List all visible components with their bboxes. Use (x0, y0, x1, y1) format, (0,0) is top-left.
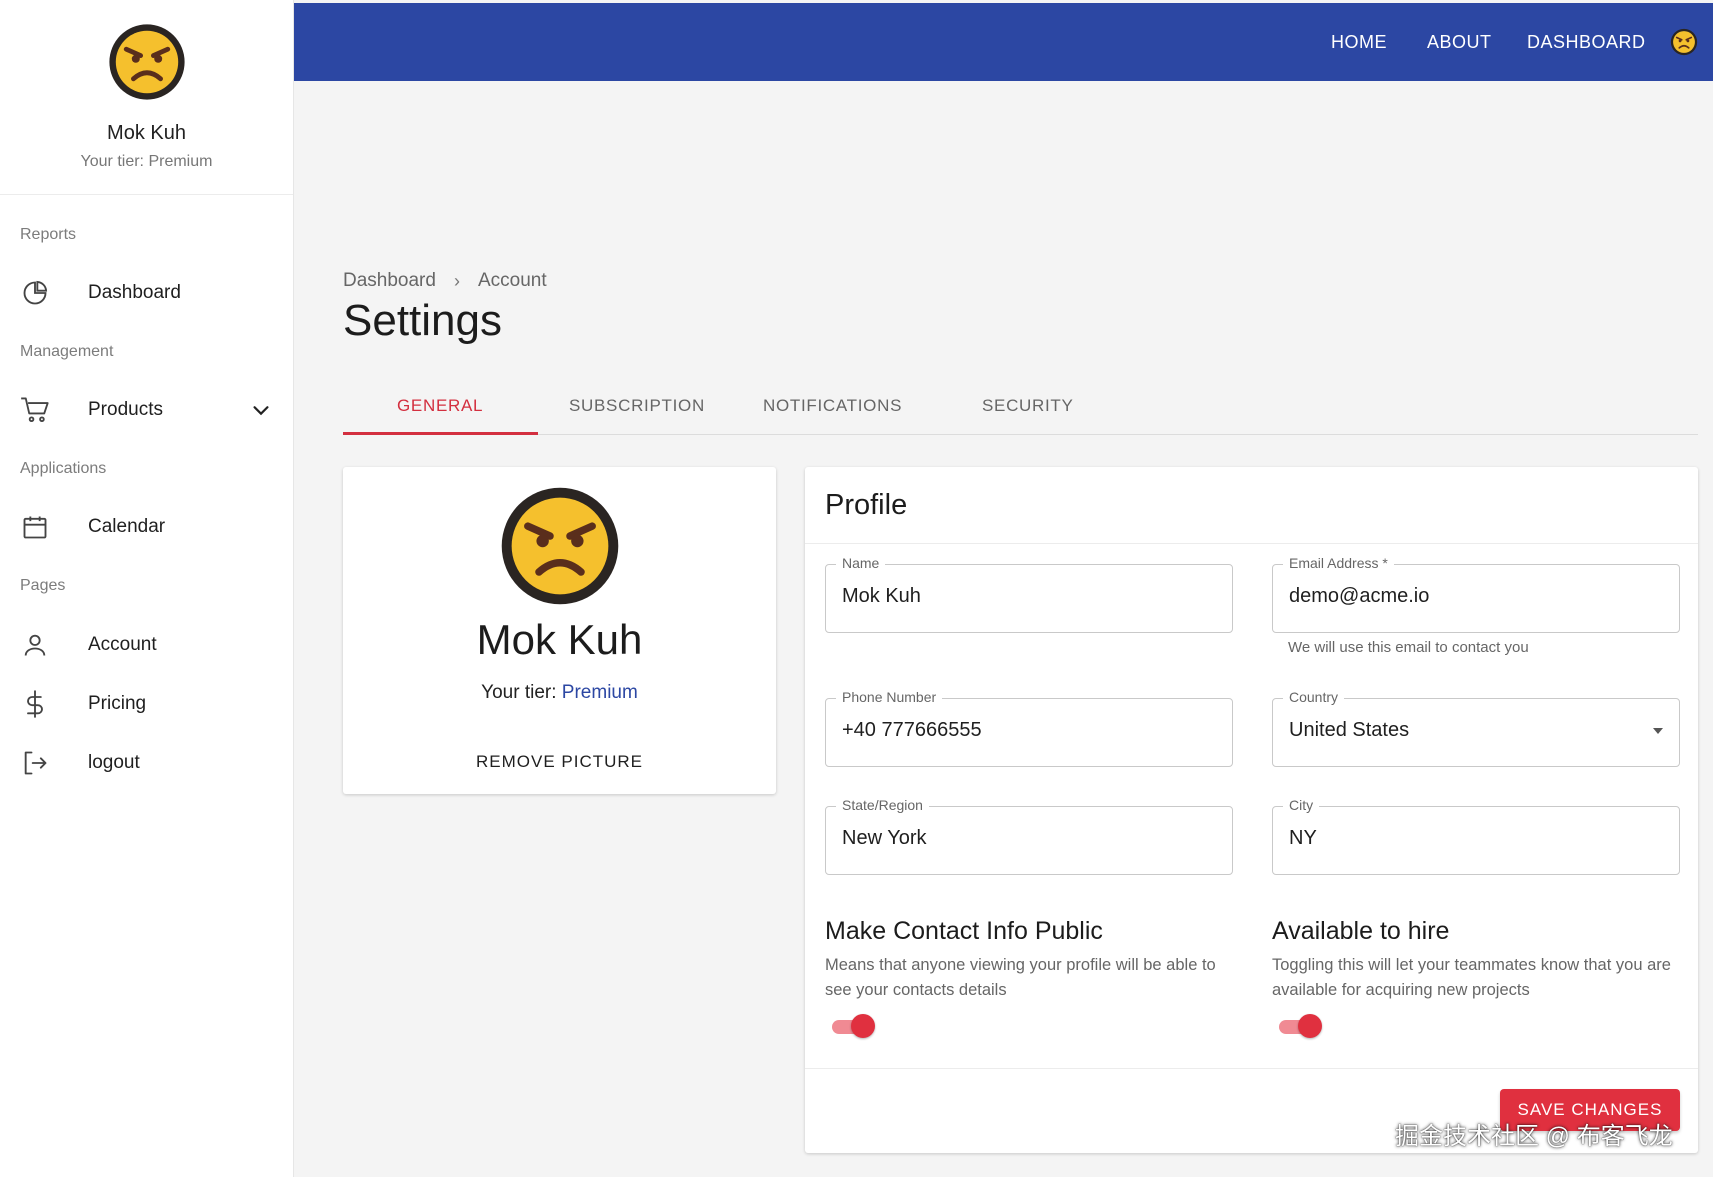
profile-form-card: Profile Name Email Address * We will use… (805, 467, 1698, 1153)
sidebar-item-label: Products (88, 399, 163, 420)
contact-public-title: Make Contact Info Public (825, 917, 1103, 945)
state-field[interactable]: State/Region (825, 797, 1233, 875)
profile-tier-label: Your tier: (481, 682, 562, 703)
calendar-icon (20, 512, 50, 542)
name-field[interactable]: Name (825, 555, 1233, 633)
contact-public-description: Means that anyone viewing your profile w… (825, 956, 1216, 999)
sidebar-user-panel: Mok Kuh Your tier: Premium (0, 0, 293, 195)
watermark: 掘金技术社区 @ 布客飞龙 (1395, 1123, 1673, 1150)
email-field[interactable]: Email Address * (1272, 555, 1680, 633)
profile-picture-card: Mok Kuh Your tier: Premium REMOVE PICTUR… (343, 467, 776, 794)
divider (805, 1068, 1698, 1069)
remove-picture-button[interactable]: REMOVE PICTURE (343, 752, 776, 772)
settings-tabs: GENERAL SUBSCRIPTION NOTIFICATIONS SECUR… (343, 388, 1698, 435)
sidebar-item-label: Account (88, 634, 157, 655)
phone-field[interactable]: Phone Number (825, 689, 1233, 767)
email-field-label: Email Address * (1283, 555, 1394, 571)
sidebar-item-pricing[interactable]: Pricing (0, 679, 294, 729)
email-input[interactable] (1289, 585, 1649, 608)
state-input[interactable] (842, 827, 1202, 850)
nav-dashboard-link[interactable]: DASHBOARD (1527, 32, 1646, 53)
tab-subscription[interactable]: SUBSCRIPTION (569, 396, 705, 416)
nav-about-link[interactable]: ABOUT (1427, 32, 1492, 53)
country-field-label: Country (1283, 689, 1345, 705)
available-hire-title: Available to hire (1272, 917, 1450, 945)
sidebar-user-name: Mok Kuh (107, 122, 186, 144)
user-avatar-button[interactable] (1670, 28, 1698, 56)
sidebar-item-products[interactable]: Products (0, 385, 294, 435)
state-field-label: State/Region (836, 797, 929, 813)
breadcrumb-dashboard-link[interactable]: Dashboard (343, 270, 436, 292)
dropdown-arrow-icon (1653, 728, 1663, 734)
user-icon (20, 630, 50, 660)
dollar-icon (20, 689, 50, 719)
page-title: Settings (343, 296, 502, 345)
breadcrumb-current: Account (477, 270, 547, 291)
city-input[interactable] (1289, 827, 1649, 850)
available-hire-switch[interactable] (1276, 1013, 1324, 1039)
sidebar-section-management: Management (20, 343, 114, 360)
top-app-bar: HOME ABOUT DASHBOARD (294, 3, 1713, 81)
profile-tier-value: Premium (561, 682, 638, 703)
sidebar-section-applications: Applications (20, 460, 107, 477)
sidebar-item-label: Calendar (88, 516, 166, 537)
tab-notifications[interactable]: NOTIFICATIONS (763, 396, 902, 416)
sidebar-item-dashboard[interactable]: Dashboard (0, 268, 294, 318)
sidebar-section-reports: Reports (20, 226, 77, 243)
sidebar-item-label: logout (88, 752, 140, 773)
cart-icon (20, 395, 50, 425)
profile-tier: Your tier: Premium (343, 682, 776, 704)
city-field[interactable]: City (1272, 797, 1680, 875)
active-tab-indicator (343, 432, 538, 435)
nav-home-link[interactable]: HOME (1331, 32, 1387, 53)
logout-icon (20, 748, 50, 778)
email-helper-text: We will use this email to contact you (1288, 639, 1529, 656)
country-selected-value: United States (1289, 719, 1410, 741)
name-field-label: Name (836, 555, 886, 571)
sidebar-section-pages: Pages (20, 577, 66, 594)
switch-thumb (1298, 1014, 1322, 1038)
sidebar-item-logout[interactable]: logout (0, 738, 294, 788)
tab-security[interactable]: SECURITY (982, 396, 1074, 416)
switch-thumb (851, 1014, 875, 1038)
sidebar-item-account[interactable]: Account (0, 620, 294, 670)
profile-form-title: Profile (805, 467, 1698, 544)
city-field-label: City (1283, 797, 1320, 813)
sidebar-item-label: Pricing (88, 693, 147, 714)
profile-name: Mok Kuh (476, 616, 643, 663)
phone-field-label: Phone Number (836, 689, 943, 705)
breadcrumb: Dashboard › Account (343, 270, 547, 292)
chevron-right-icon: › (453, 270, 460, 291)
sidebar-item-label: Dashboard (88, 282, 181, 303)
name-input[interactable] (842, 585, 1202, 608)
pie-chart-icon (20, 278, 50, 308)
tab-general[interactable]: GENERAL (397, 396, 483, 416)
sidebar: Mok Kuh Your tier: Premium Reports Dashb… (0, 0, 294, 1177)
available-hire-description: Toggling this will let your teammates kn… (1272, 956, 1671, 999)
phone-input[interactable] (842, 719, 1202, 742)
contact-public-switch[interactable] (829, 1013, 877, 1039)
country-select[interactable]: Country United States (1272, 689, 1680, 767)
chevron-down-icon[interactable] (250, 399, 272, 421)
sidebar-user-tier: Your tier: Premium (80, 153, 213, 170)
avatar (107, 22, 187, 102)
sidebar-item-calendar[interactable]: Calendar (0, 502, 294, 552)
profile-avatar (498, 484, 622, 608)
